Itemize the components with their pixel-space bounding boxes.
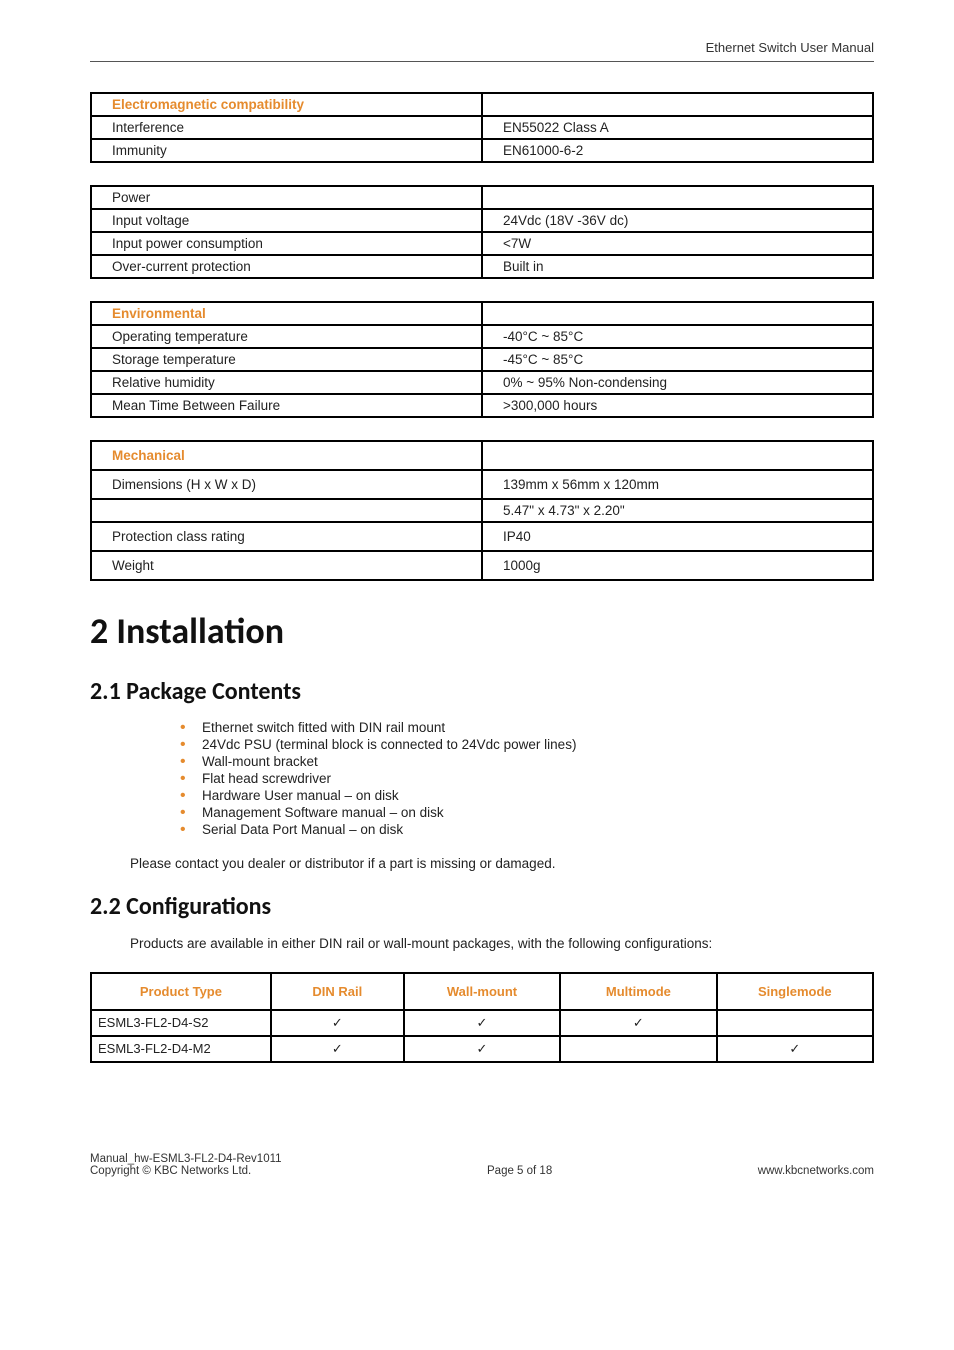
list-item: Wall-mount bracket: [180, 754, 874, 769]
mech-row-val: 139mm x 56mm x 120mm: [482, 470, 873, 499]
power-heading-val: [482, 186, 873, 209]
list-item: Ethernet switch fitted with DIN rail mou…: [180, 720, 874, 735]
env-heading: Environmental: [112, 306, 206, 321]
mech-heading-val: [482, 441, 873, 470]
power-row-val: Built in: [482, 255, 873, 278]
mech-row-val: 1000g: [482, 551, 873, 580]
env-row-label: Relative humidity: [91, 371, 482, 394]
mech-heading: Mechanical: [112, 448, 185, 463]
env-heading-val: [482, 302, 873, 325]
list-item: Hardware User manual – on disk: [180, 788, 874, 803]
mech-row-val: IP40: [482, 522, 873, 551]
emc-heading: Electromagnetic compatibility: [112, 97, 304, 112]
check-icon: ✓: [404, 1036, 560, 1062]
power-row-val: 24Vdc (18V -36V dc): [482, 209, 873, 232]
products-table: Product Type DIN Rail Wall-mount Multimo…: [90, 972, 874, 1063]
product-name: ESML3-FL2-D4-M2: [91, 1036, 271, 1062]
mech-table: Mechanical Dimensions (H x W x D)139mm x…: [90, 440, 874, 581]
footer-manual-id: Manual_hw-ESML3-FL2-D4-Rev1011: [90, 1153, 282, 1165]
env-row-label: Operating temperature: [91, 325, 482, 348]
check-icon: ✓: [271, 1010, 404, 1036]
list-item: 24Vdc PSU (terminal block is connected t…: [180, 737, 874, 752]
emc-row-label: Interference: [91, 116, 482, 139]
env-row-val: >300,000 hours: [482, 394, 873, 417]
check-icon: ✓: [404, 1010, 560, 1036]
installation-heading: 2 Installation: [90, 609, 874, 653]
col-product-type: Product Type: [91, 973, 271, 1010]
env-table: Environmental Operating temperature-40°C…: [90, 301, 874, 418]
power-row-val: <7W: [482, 232, 873, 255]
emc-heading-val: [482, 93, 873, 116]
mech-row-label: [91, 499, 482, 522]
footer-copyright: Copyright © KBC Networks Ltd.: [90, 1165, 282, 1177]
col-din-rail: DIN Rail: [271, 973, 404, 1010]
mech-row-label: Protection class rating: [91, 522, 482, 551]
env-row-val: -45°C ~ 85°C: [482, 348, 873, 371]
emc-table: Electromagnetic compatibility Interferen…: [90, 92, 874, 163]
col-wall-mount: Wall-mount: [404, 973, 560, 1010]
configurations-heading: 2.2 Configurations: [90, 892, 874, 921]
env-row-val: -40°C ~ 85°C: [482, 325, 873, 348]
power-row-label: Input voltage: [91, 209, 482, 232]
emc-row-label: Immunity: [91, 139, 482, 162]
col-singlemode: Singlemode: [717, 973, 873, 1010]
power-table: Power Input voltage24Vdc (18V -36V dc) I…: [90, 185, 874, 279]
mech-row-label: Weight: [91, 551, 482, 580]
list-item: Serial Data Port Manual – on disk: [180, 822, 874, 837]
col-multimode: Multimode: [560, 973, 716, 1010]
power-row-label: Over-current protection: [91, 255, 482, 278]
emc-row-val: EN61000-6-2: [482, 139, 873, 162]
header-rule: [90, 61, 874, 62]
check-icon: ✓: [717, 1036, 873, 1062]
emc-row-val: EN55022 Class A: [482, 116, 873, 139]
page-footer: Manual_hw-ESML3-FL2-D4-Rev1011 Copyright…: [90, 1153, 874, 1177]
product-name: ESML3-FL2-D4-S2: [91, 1010, 271, 1036]
check-icon: [560, 1036, 716, 1062]
check-icon: ✓: [271, 1036, 404, 1062]
env-row-label: Storage temperature: [91, 348, 482, 371]
mech-row-val: 5.47" x 4.73" x 2.20": [482, 499, 873, 522]
mech-row-label: Dimensions (H x W x D): [91, 470, 482, 499]
package-contents-list: Ethernet switch fitted with DIN rail mou…: [180, 720, 874, 837]
page-header-title: Ethernet Switch User Manual: [90, 40, 874, 61]
package-note: Please contact you dealer or distributor…: [130, 855, 874, 874]
footer-url: www.kbcnetworks.com: [758, 1165, 874, 1177]
package-contents-heading: 2.1 Package Contents: [90, 677, 874, 706]
list-item: Management Software manual – on disk: [180, 805, 874, 820]
check-icon: [717, 1010, 873, 1036]
footer-page-number: Page 5 of 18: [282, 1165, 758, 1177]
env-row-label: Mean Time Between Failure: [91, 394, 482, 417]
configurations-intro: Products are available in either DIN rai…: [130, 935, 874, 954]
check-icon: ✓: [560, 1010, 716, 1036]
env-row-val: 0% ~ 95% Non-condensing: [482, 371, 873, 394]
power-row-label: Input power consumption: [91, 232, 482, 255]
power-heading: Power: [91, 186, 482, 209]
list-item: Flat head screwdriver: [180, 771, 874, 786]
